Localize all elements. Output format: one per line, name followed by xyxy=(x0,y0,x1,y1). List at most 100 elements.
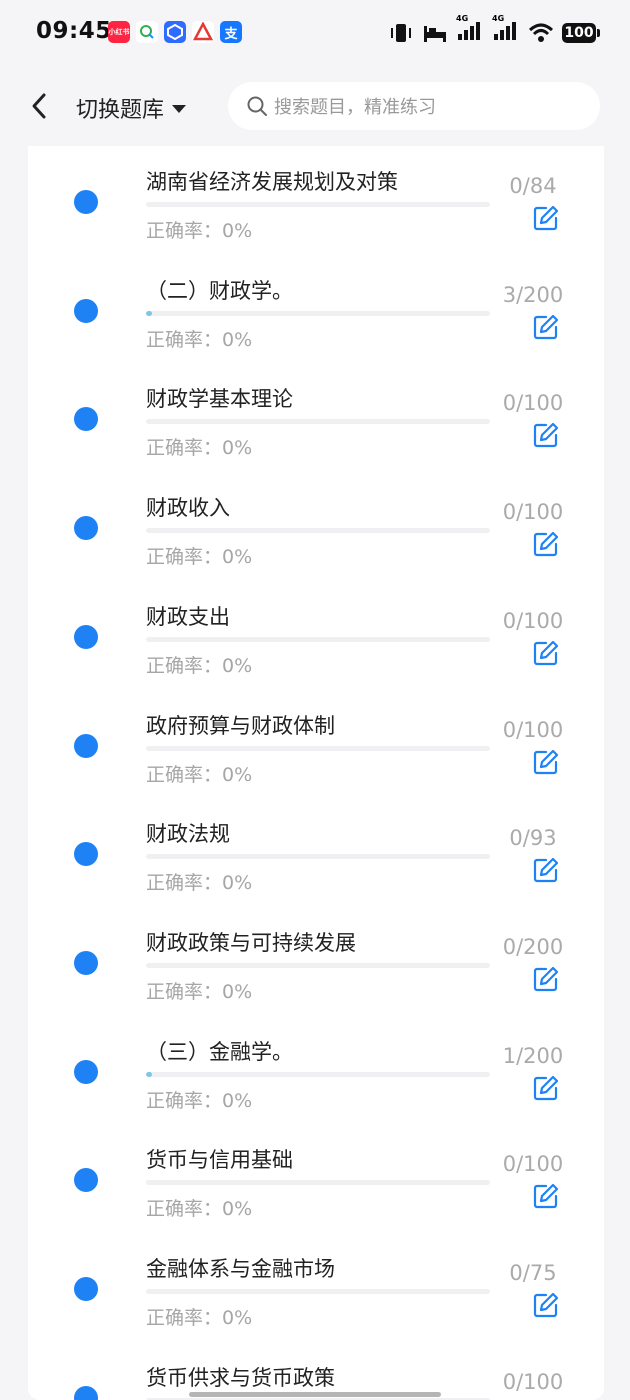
status-dot xyxy=(74,407,98,432)
app-blue-icon xyxy=(164,21,186,43)
edit-icon[interactable] xyxy=(532,421,560,449)
progress-bar xyxy=(146,854,490,860)
status-dot xyxy=(74,733,98,758)
search-icon xyxy=(247,96,267,116)
chapter-title: 货币与信用基础 xyxy=(146,1148,293,1173)
chapter-title: 财政支出 xyxy=(146,604,230,629)
edit-icon[interactable] xyxy=(532,856,560,884)
chapter-title: 货币供求与货币政策 xyxy=(146,1365,335,1390)
list-item[interactable]: 财政政策与可持续发展 正确率：0% 0/200 xyxy=(28,907,604,1016)
list-item[interactable]: 政府预算与财政体制 正确率：0% 0/100 xyxy=(28,690,604,799)
accuracy-text: 正确率：0% xyxy=(146,763,253,786)
progress-bar xyxy=(146,528,490,534)
accuracy-text: 正确率：0% xyxy=(146,872,253,895)
progress-bar xyxy=(146,1180,490,1186)
accuracy-text: 正确率：0% xyxy=(146,1089,253,1112)
accuracy-text: 正确率：0% xyxy=(146,654,253,677)
signal-1: 4G xyxy=(456,14,484,46)
edit-icon[interactable] xyxy=(532,313,560,341)
list-item[interactable]: 金融体系与金融市场 正确率：0% 0/75 xyxy=(28,1233,604,1342)
switch-bank-dropdown[interactable]: 切换题库 xyxy=(76,92,187,124)
chapter-title: （三）金融学。 xyxy=(146,1039,293,1064)
question-count: 0/93 xyxy=(509,826,557,851)
question-count: 0/100 xyxy=(502,391,564,416)
list-item[interactable]: 湖南省经济发展规划及对策 正确率：0% 0/84 xyxy=(28,146,604,255)
accuracy-text: 正确率：0% xyxy=(146,328,253,351)
caret-down-icon xyxy=(172,105,187,113)
chapter-title: 财政学基本理论 xyxy=(146,387,293,412)
question-count: 0/75 xyxy=(509,1261,557,1285)
progress-bar xyxy=(146,962,490,968)
progress-bar xyxy=(146,310,490,316)
chapter-title: 财政收入 xyxy=(146,496,230,521)
edit-icon[interactable] xyxy=(532,1291,560,1319)
status-dot xyxy=(74,298,98,323)
progress-bar xyxy=(146,419,490,425)
list-item[interactable]: 货币与信用基础 正确率：0% 0/100 xyxy=(28,1124,604,1233)
chapter-title: 财政政策与可持续发展 xyxy=(146,930,356,955)
accuracy-text: 正确率：0% xyxy=(146,1307,253,1329)
question-count: 0/100 xyxy=(502,500,564,525)
status-dot xyxy=(74,624,98,649)
signal-2: 4G xyxy=(492,14,520,46)
edit-icon[interactable] xyxy=(532,1182,560,1210)
list-item[interactable]: 财政法规 正确率：0% 0/93 xyxy=(28,798,604,907)
list-item[interactable]: 财政学基本理论 正确率：0% 0/100 xyxy=(28,363,604,472)
question-count: 0/100 xyxy=(502,1369,564,1394)
network-label-2: 4G xyxy=(492,14,505,23)
notification-app-icons: 小红书 支 xyxy=(108,21,242,43)
accuracy-text: 正确率：0% xyxy=(146,546,253,569)
progress-bar xyxy=(146,745,490,751)
chat-icon xyxy=(136,21,158,43)
progress-bar xyxy=(146,636,490,642)
edit-icon[interactable] xyxy=(532,639,560,667)
question-count: 0/200 xyxy=(502,934,564,959)
xiaohongshu-icon: 小红书 xyxy=(108,21,130,43)
edit-icon[interactable] xyxy=(532,204,560,232)
progress-bar xyxy=(146,1289,490,1294)
accuracy-text: 正确率：0% xyxy=(146,220,253,242)
status-dot xyxy=(74,1168,98,1193)
network-label-1: 4G xyxy=(456,14,469,23)
status-time: 09:45 xyxy=(36,18,112,44)
accuracy-text: 正确率：0% xyxy=(146,437,253,460)
question-count: 0/100 xyxy=(502,717,564,742)
search-placeholder: 搜索题目，精准练习 xyxy=(274,97,436,118)
status-bar: 09:45 小红书 支 4G 4G 100 xyxy=(0,0,630,68)
signal-icon xyxy=(458,22,480,40)
question-count: 1/200 xyxy=(502,1043,564,1068)
question-bank-list: 湖南省经济发展规划及对策 正确率：0% 0/84 （二）财政学。 正确率：0% … xyxy=(28,146,604,1400)
edit-icon[interactable] xyxy=(532,1074,560,1102)
status-dot xyxy=(74,1059,98,1084)
status-dot xyxy=(74,950,98,975)
edit-icon[interactable] xyxy=(532,748,560,776)
status-dot xyxy=(74,1385,98,1400)
search-input[interactable]: 搜索题目，精准练习 xyxy=(228,82,600,130)
list-item[interactable]: （三）金融学。 正确率：0% 1/200 xyxy=(28,1016,604,1125)
back-arrow-icon[interactable] xyxy=(26,90,54,122)
accuracy-text: 正确率：0% xyxy=(146,1198,253,1221)
edit-icon[interactable] xyxy=(532,965,560,993)
list-item[interactable]: （二）财政学。 正确率：0% 3/200 xyxy=(28,255,604,364)
wifi-icon xyxy=(528,23,554,42)
chapter-title: 政府预算与财政体制 xyxy=(146,713,335,738)
status-dot xyxy=(74,842,98,867)
accuracy-text: 正确率：0% xyxy=(146,980,253,1003)
status-dot xyxy=(74,1277,98,1301)
progress-fill xyxy=(146,1071,152,1077)
bed-icon xyxy=(424,26,446,42)
battery-indicator: 100 xyxy=(562,23,600,43)
list-item[interactable]: 财政收入 正确率：0% 0/100 xyxy=(28,472,604,581)
progress-fill xyxy=(146,310,152,316)
chapter-title: 财政法规 xyxy=(146,822,230,847)
status-dot xyxy=(74,516,98,541)
progress-bar xyxy=(146,202,490,207)
edit-icon[interactable] xyxy=(532,530,560,558)
question-count: 0/100 xyxy=(502,1152,564,1177)
app-red-icon xyxy=(192,21,214,43)
vibrate-icon xyxy=(391,24,411,42)
question-count: 0/100 xyxy=(502,608,564,633)
question-count: 0/84 xyxy=(509,174,557,198)
home-indicator[interactable] xyxy=(189,1392,441,1397)
list-item[interactable]: 财政支出 正确率：0% 0/100 xyxy=(28,581,604,690)
